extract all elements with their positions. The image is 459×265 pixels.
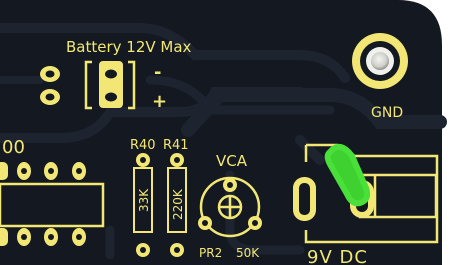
pcb-canvas: Battery 12V Max - + GND 00 R40 R41 33K 2… — [0, 0, 447, 265]
dc-jack-label: 9V DC — [307, 247, 368, 265]
gnd-mounting-hole — [352, 33, 408, 89]
pcb-view: Battery 12V Max - + GND 00 R40 R41 33K 2… — [0, 0, 459, 265]
battery-connector-pads — [99, 61, 123, 108]
r41-value: 220K — [171, 188, 185, 220]
pot-value-label: 50K — [236, 246, 260, 260]
r40-value: 33K — [137, 188, 151, 212]
ic-reference-partial: 00 — [2, 137, 25, 158]
vca-label: VCA — [216, 152, 248, 170]
gnd-label: GND — [371, 105, 403, 121]
pr2-label: PR2 — [199, 246, 222, 260]
r40-label: R40 — [130, 138, 156, 153]
r41-label: R41 — [163, 138, 189, 153]
battery-minus-sign: - — [154, 62, 161, 83]
battery-label: Battery 12V Max — [66, 38, 192, 56]
battery-plus-sign: + — [152, 91, 167, 112]
